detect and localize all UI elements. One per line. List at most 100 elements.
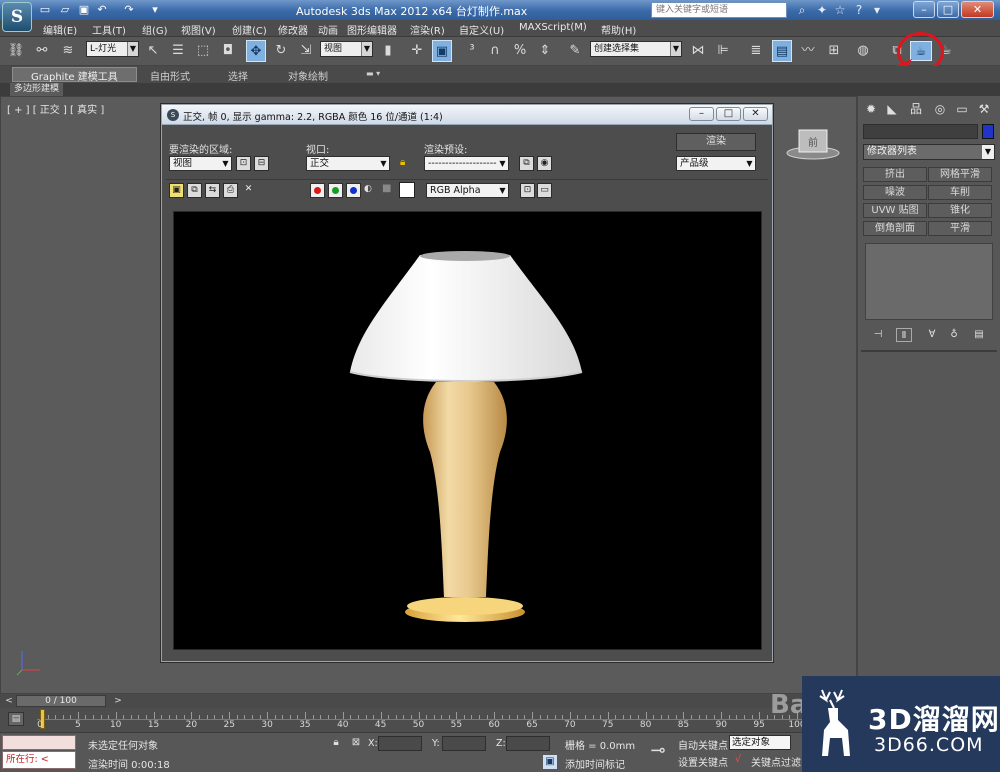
configure-sets-icon[interactable]: ▤: [971, 328, 987, 342]
render-setup-icon[interactable]: ⧉: [519, 156, 534, 171]
select-object-icon[interactable]: ↖: [143, 40, 163, 62]
mini-curve-editor-icon[interactable]: ▤: [8, 712, 24, 726]
tab-freeform[interactable]: 自由形式: [146, 68, 194, 83]
select-move-icon[interactable]: ✥: [246, 40, 266, 62]
align-icon[interactable]: ⊫: [713, 40, 733, 62]
menu-rendering[interactable]: 渲染(R): [410, 22, 445, 37]
angle-snap-icon[interactable]: ∩: [485, 40, 505, 62]
help-icon[interactable]: ?: [852, 3, 866, 17]
search-input[interactable]: 键入关键字或短语: [651, 2, 787, 18]
modifier-meshsmooth-button[interactable]: 网格平滑: [928, 167, 992, 182]
render-window-close-button[interactable]: ✕: [743, 107, 768, 121]
close-button[interactable]: ✕: [961, 1, 994, 18]
layer-manager-icon[interactable]: ≣: [746, 40, 766, 62]
quick-access-dropdown-icon[interactable]: ▾: [148, 3, 162, 16]
menu-group[interactable]: 组(G): [142, 22, 168, 37]
menu-graph-editors[interactable]: 图形编辑器: [347, 22, 397, 37]
mirror-icon[interactable]: ⋈: [688, 40, 708, 62]
key-filters-button[interactable]: 关键点过滤: [751, 754, 801, 769]
unlink-icon[interactable]: ⚯: [32, 40, 52, 62]
environment-effects-icon[interactable]: ◉: [537, 156, 552, 171]
menu-create[interactable]: 创建(C): [232, 22, 267, 37]
set-key-button[interactable]: 设置关键点: [678, 754, 728, 769]
tab-graphite-modeling[interactable]: Graphite 建模工具: [12, 67, 137, 83]
modifier-noise-button[interactable]: 噪波: [863, 185, 927, 200]
key-target-dropdown[interactable]: 选定对象: [729, 735, 791, 750]
graphite-toggle-icon[interactable]: ▤: [772, 40, 792, 62]
motion-tab-icon[interactable]: ◎: [931, 100, 949, 118]
tab-selection[interactable]: 选择: [224, 68, 252, 83]
menu-edit[interactable]: 编辑(E): [43, 22, 77, 37]
modifier-bevel-profile-button[interactable]: 倒角剖面: [863, 221, 927, 236]
edit-named-selection-icon[interactable]: ✎: [565, 40, 585, 62]
save-file-icon[interactable]: ▣: [77, 3, 91, 16]
viewport-dropdown[interactable]: 正交 ▼: [306, 156, 390, 171]
display-tab-icon[interactable]: ▭: [953, 100, 971, 118]
track-bar[interactable]: ▤ 0 5 10 15 20 25 30 35 40 45 50 55 60 65 70 75 80 85 90 95…: [0, 708, 857, 732]
tools-icon[interactable]: ✦: [815, 3, 829, 17]
utilities-tab-icon[interactable]: ⚒: [975, 100, 993, 118]
modifier-list-dropdown[interactable]: 修改器列表 ▼: [863, 144, 995, 160]
keyboard-shortcut-override-icon[interactable]: ▣: [432, 40, 452, 62]
modifier-extrude-button[interactable]: 挤出: [863, 167, 927, 182]
modifier-lathe-button[interactable]: 车削: [928, 185, 992, 200]
z-coord-field[interactable]: [506, 736, 550, 751]
open-file-icon[interactable]: ▱: [58, 3, 72, 16]
modifier-smooth-button[interactable]: 平滑: [928, 221, 992, 236]
key-filters-icon[interactable]: √: [731, 753, 745, 767]
toggle-ui-icon[interactable]: ▭: [537, 183, 552, 198]
bind-spacewarp-icon[interactable]: ≋: [58, 40, 78, 62]
render-window-maximize-button[interactable]: □: [716, 107, 741, 121]
maximize-button[interactable]: □: [937, 1, 959, 18]
render-window-minimize-button[interactable]: –: [689, 107, 714, 121]
copy-image-icon[interactable]: ⧉: [187, 183, 202, 198]
time-slider-prev-button[interactable]: <: [3, 695, 15, 707]
material-editor-icon[interactable]: ◍: [853, 40, 873, 62]
clear-image-icon[interactable]: ✕: [241, 183, 256, 198]
clone-frame-icon[interactable]: ⇆: [205, 183, 220, 198]
remove-modifier-icon[interactable]: ♁: [946, 328, 962, 342]
link-icon[interactable]: ⛓: [6, 40, 26, 62]
named-selection-dropdown[interactable]: 创建选择集 ▼: [590, 41, 682, 57]
select-by-name-icon[interactable]: ☰: [168, 40, 188, 62]
track-rail[interactable]: [37, 710, 857, 720]
undo-icon[interactable]: ↶: [95, 3, 109, 16]
menu-help[interactable]: 帮助(H): [601, 22, 636, 37]
star-icon[interactable]: ☆: [833, 3, 847, 17]
maxscript-listener-field[interactable]: [2, 735, 76, 750]
show-end-result-icon[interactable]: Ⅱ: [896, 328, 912, 342]
add-time-tag-icon[interactable]: ▣: [543, 755, 557, 769]
add-time-tag-text[interactable]: 添加时间标记: [565, 756, 625, 771]
menu-modifiers[interactable]: 修改器: [278, 22, 308, 37]
modifier-stack[interactable]: [865, 243, 993, 320]
menu-views[interactable]: 视图(V): [181, 22, 216, 37]
save-image-icon[interactable]: ▣: [169, 183, 184, 198]
toggle-ui-overlay-icon[interactable]: ⊡: [520, 183, 535, 198]
edit-region-icon[interactable]: ⊡: [236, 156, 251, 171]
object-name-field[interactable]: [863, 124, 978, 139]
time-slider-thumb[interactable]: 0 / 100: [16, 695, 106, 707]
background-color-swatch[interactable]: [399, 182, 415, 198]
menu-tools[interactable]: 工具(T): [92, 22, 126, 37]
y-coord-field[interactable]: [442, 736, 486, 751]
window-crossing-icon[interactable]: ◘: [218, 40, 238, 62]
new-file-icon[interactable]: ▭: [38, 3, 52, 16]
rendered-frame-window[interactable]: S 正交, 帧 0, 显示 gamma: 2.2, RGBA 颜色 16 位/通…: [161, 104, 773, 662]
auto-region-icon[interactable]: ⊟: [254, 156, 269, 171]
time-slider-next-button[interactable]: >: [112, 695, 124, 707]
hierarchy-tab-icon[interactable]: 品: [907, 100, 925, 118]
curve-editor-icon[interactable]: 〰: [798, 40, 818, 62]
time-slider[interactable]: < 0 / 100 >: [0, 694, 857, 708]
maxscript-mini-listener[interactable]: 所在行: <: [2, 751, 76, 769]
rectangular-selection-icon[interactable]: ⬚: [193, 40, 213, 62]
lock-icon[interactable]: 🔒︎: [400, 157, 405, 168]
object-color-swatch[interactable]: [982, 124, 994, 139]
select-scale-icon[interactable]: ⇲: [296, 40, 316, 62]
select-rotate-icon[interactable]: ↻: [271, 40, 291, 62]
selection-filter-dropdown[interactable]: L-灯光 ▼: [86, 41, 139, 57]
minimize-button[interactable]: –: [913, 1, 935, 18]
absolute-mode-icon[interactable]: ⊠: [349, 736, 363, 750]
menu-maxscript[interactable]: MAXScript(M): [519, 22, 587, 33]
render-button[interactable]: 渲染: [676, 133, 756, 151]
create-tab-icon[interactable]: ✹: [862, 100, 880, 118]
